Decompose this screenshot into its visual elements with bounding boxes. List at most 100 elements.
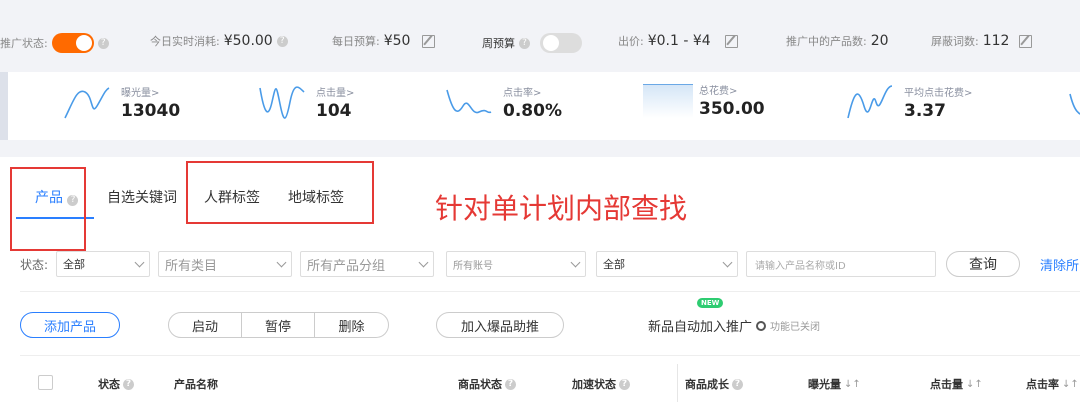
main-panel: 产品 ? 自选关键词 人群标签 地域标签 针对单计划内部查找 状态: 全部 所有…: [0, 157, 1080, 405]
daily-budget-label: 每日预算:: [332, 35, 380, 48]
help-icon[interactable]: ?: [519, 37, 530, 49]
add-product-button[interactable]: 添加产品: [20, 312, 120, 338]
bulk-action-group: 启动 暂停 删除: [168, 312, 389, 338]
page: 推广状态: ? 今日实时消耗: ¥50.00 ? 每日预算: ¥50 周预算 ?…: [0, 0, 1080, 405]
blocked-words: 屏蔽词数: 112: [931, 33, 1033, 49]
edit-icon[interactable]: [422, 34, 436, 48]
column-clicks[interactable]: 点击量 ↓↑: [930, 376, 983, 392]
status-filter-label: 状态:: [20, 258, 49, 272]
realtime-spend: 今日实时消耗: ¥50.00 ?: [150, 33, 288, 49]
sparkline-icon: [643, 83, 693, 118]
bid-value: ¥0.1 - ¥4: [647, 33, 711, 49]
account-select[interactable]: 所有账号: [446, 251, 586, 277]
daily-budget-value: ¥50: [383, 33, 411, 49]
column-goods-status: 商品状态?: [458, 376, 516, 392]
sparkline-icon: [446, 89, 492, 114]
metric-ctr[interactable]: 点击率> 0.80%: [445, 82, 562, 122]
metric-label: 点击率>: [503, 87, 542, 99]
blocked-words-value: 112: [982, 33, 1010, 49]
pause-button[interactable]: 暂停: [242, 313, 315, 337]
metric-value: 350.00: [699, 99, 765, 119]
column-separator: [677, 364, 678, 402]
column-product-name: 产品名称: [174, 378, 218, 391]
bid-label: 出价:: [618, 35, 644, 48]
metric-label: 点击量>: [316, 87, 355, 99]
product-group-select[interactable]: 所有产品分组: [300, 251, 434, 277]
divider: [20, 355, 1080, 356]
column-ctr[interactable]: 点击率 ↓↑: [1026, 376, 1079, 392]
auto-add-status: 功能已关闭: [770, 322, 821, 333]
sparkline-icon: [1069, 93, 1080, 115]
metric-label: 总花费>: [699, 86, 738, 97]
campaign-status-bar: 推广状态: ? 今日实时消耗: ¥50.00 ? 每日预算: ¥50 周预算 ?…: [0, 0, 1080, 72]
gear-icon[interactable]: [756, 320, 767, 331]
weekly-budget-label: 周预算: [482, 37, 515, 50]
daily-budget: 每日预算: ¥50: [332, 33, 436, 49]
chevron-down-icon: [722, 257, 733, 267]
chevron-down-icon: [570, 257, 581, 267]
select-all-checkbox[interactable]: [38, 375, 53, 390]
divider: [20, 291, 1080, 292]
metric-value: 104: [316, 100, 352, 121]
annotation-note: 针对单计划内部查找: [435, 192, 688, 225]
products-in-promo-label: 推广中的产品数:: [786, 35, 867, 48]
column-impressions[interactable]: 曝光量 ↓↑: [808, 376, 861, 392]
delete-button[interactable]: 删除: [315, 313, 388, 337]
highlight-box: [186, 161, 374, 224]
column-status: 状态?: [98, 376, 134, 392]
start-button[interactable]: 启动: [169, 313, 242, 337]
metric-impressions[interactable]: 曝光量> 13040: [63, 82, 180, 122]
auto-add-label: 新品自动加入推广: [648, 320, 753, 335]
promo-status-toggle[interactable]: [51, 33, 94, 53]
promo-status: 推广状态: ?: [0, 33, 109, 53]
chevron-down-icon: [276, 257, 287, 267]
new-badge: NEW: [697, 298, 724, 308]
sparkline-icon: [259, 86, 305, 119]
metric-avg-cpc[interactable]: 平均点击花费> 3.37: [846, 82, 972, 122]
metrics-strip: 曝光量> 13040 点击量> 104 点击率> 0.80% 总花费> 350.…: [0, 72, 1080, 140]
metric-value: 3.37: [904, 100, 946, 121]
help-icon: ?: [619, 378, 630, 390]
sort-icon: ↓↑: [1062, 378, 1079, 390]
sort-icon: ↓↑: [966, 378, 983, 390]
sort-icon: ↓↑: [844, 378, 861, 390]
metric-clicks[interactable]: 点击量> 104: [258, 82, 354, 122]
chevron-down-icon: [418, 257, 429, 267]
column-goods-growth: 商品成长?: [685, 376, 743, 392]
column-accel-status: 加速状态?: [572, 376, 630, 392]
sparkline-icon: [847, 85, 893, 119]
weekly-budget: 周预算 ?: [482, 33, 582, 53]
help-icon: ?: [732, 378, 743, 390]
help-icon[interactable]: ?: [276, 35, 288, 47]
product-search-input[interactable]: 请输入产品名称或ID: [746, 251, 936, 277]
table-header: 状态? 产品名称 商品状态? 加速状态? 商品成长? 曝光量 ↓↑ 点击量 ↓↑ 点…: [20, 364, 1080, 402]
metric-value: 13040: [121, 100, 181, 121]
metric-label: 平均点击花费>: [904, 87, 973, 99]
edit-icon[interactable]: [1019, 34, 1033, 48]
hot-boost-button[interactable]: 加入爆品助推: [436, 312, 564, 338]
auto-add-promo[interactable]: 新品自动加入推广 功能已关闭: [648, 316, 820, 335]
metric-value: 0.80%: [503, 100, 562, 121]
realtime-spend-label: 今日实时消耗:: [150, 35, 220, 48]
metric-total-spend[interactable]: 总花费> 350.00: [643, 82, 765, 119]
scope-select[interactable]: 全部: [596, 251, 738, 277]
blocked-words-label: 屏蔽词数:: [931, 35, 979, 48]
highlight-box: [10, 167, 86, 251]
products-in-promo-value: 20: [870, 33, 889, 49]
help-icon[interactable]: ?: [97, 37, 109, 49]
edit-icon[interactable]: [724, 34, 738, 48]
metric-label: 曝光量>: [121, 87, 160, 99]
bid-range: 出价: ¥0.1 - ¥4: [618, 33, 738, 49]
status-select[interactable]: 全部: [56, 251, 150, 277]
category-select[interactable]: 所有类目: [158, 251, 292, 277]
query-button[interactable]: 查询: [946, 251, 1020, 277]
weekly-budget-toggle[interactable]: [540, 33, 582, 53]
sparkline-icon: [64, 87, 110, 119]
help-icon: ?: [505, 378, 516, 390]
chevron-down-icon: [134, 257, 145, 267]
help-icon: ?: [123, 378, 134, 390]
products-in-promo: 推广中的产品数: 20: [786, 33, 889, 49]
promo-status-label: 推广状态:: [0, 37, 48, 50]
tab-custom-keywords[interactable]: 自选关键词: [107, 187, 177, 207]
clear-all-link[interactable]: 清除所: [1040, 255, 1079, 274]
